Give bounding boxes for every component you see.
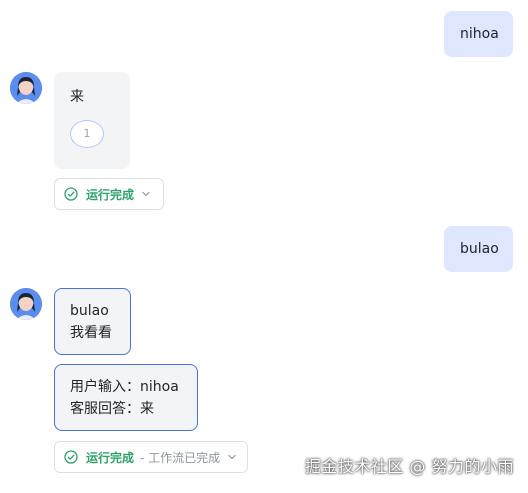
user-message-text: bulao <box>460 241 499 257</box>
bot-message-line: 用户输入：nihoa <box>70 379 179 395</box>
workflow-status-toggle[interactable]: 运行完成 - 工作流已完成 <box>54 441 248 473</box>
bot-message-line: 我看看 <box>70 325 112 341</box>
bot-message-bubble: bulao 我看看 <box>54 288 131 355</box>
status-text: 运行完成 <box>86 450 135 465</box>
bot-message-text: 来 <box>70 89 84 105</box>
chevron-down-icon <box>141 189 151 199</box>
workflow-status-toggle[interactable]: 运行完成 <box>54 178 164 210</box>
citation-badge[interactable]: 1 <box>70 120 104 148</box>
check-circle-icon <box>64 450 78 464</box>
bot-avatar <box>10 288 42 320</box>
check-circle-icon <box>64 187 78 201</box>
user-message-bubble: bulao <box>444 226 513 272</box>
chat-conversation: nihoa 来 1 运行完成 bulao bulao 我看看 用户输入：niho… <box>0 0 528 493</box>
bot-message-line: bulao <box>70 303 109 319</box>
chevron-down-icon <box>227 452 237 462</box>
user-message-text: nihoa <box>460 26 499 42</box>
bot-message-bubble: 用户输入：nihoa 客服回答：来 <box>54 364 198 431</box>
bot-avatar <box>10 72 42 104</box>
watermark-text: 掘金技术社区 @ 努力的小雨 <box>304 457 514 476</box>
status-text: 运行完成 <box>86 187 135 202</box>
bot-message-bubble: 来 1 <box>54 72 130 169</box>
user-message-bubble: nihoa <box>444 11 513 57</box>
citation-number: 1 <box>83 127 91 140</box>
bot-message-line: 客服回答：来 <box>70 401 154 417</box>
status-detail: - 工作流已完成 <box>140 450 221 465</box>
